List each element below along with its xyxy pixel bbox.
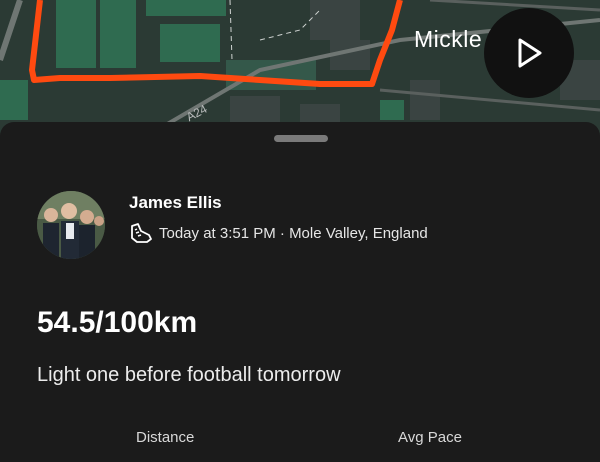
activity-date-location: Today at 3:51 PM · Mole Valley, England [159,224,428,242]
play-button[interactable] [484,8,574,98]
drag-handle[interactable] [274,135,328,142]
activity-title: 54.5/100km [37,306,198,339]
athlete-name[interactable]: James Ellis [129,193,222,213]
play-icon [518,38,542,68]
shoe-icon [131,223,152,243]
avg-pace-label: Avg Pace [398,429,462,446]
activity-sheet: James Ellis Today at 3:51 PM · Mole Vall… [0,122,600,462]
activity-meta: Today at 3:51 PM · Mole Valley, England [129,222,428,244]
distance-label: Distance [136,429,195,446]
activity-description: Light one before football tomorrow [37,364,341,386]
map-place-label: Mickle [414,26,483,52]
athlete-avatar[interactable] [37,191,105,259]
